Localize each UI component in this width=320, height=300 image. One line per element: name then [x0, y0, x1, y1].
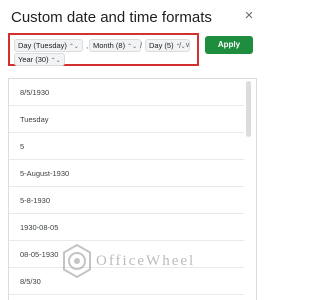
chip-day[interactable]: Day (5) ⌃⌄: [145, 39, 190, 52]
chevron-down-icon[interactable]: ∨: [185, 39, 190, 52]
chip-day-name[interactable]: Day (Tuesday) ⌃⌄: [14, 39, 83, 52]
chip-label: Year (30): [18, 55, 49, 64]
officewheel-logo-icon: [63, 244, 91, 278]
list-item[interactable]: 1930-08-05: [9, 214, 244, 241]
chip-sort-icon: ⌃⌄: [50, 58, 61, 64]
scrollbar-thumb[interactable]: [246, 81, 251, 137]
dialog-title: Custom date and time formats: [11, 9, 212, 26]
list-item[interactable]: 5: [9, 133, 244, 160]
watermark-text: OfficeWheel: [96, 253, 196, 269]
separator-slash: /: [140, 41, 143, 50]
list-item[interactable]: 5-August-1930: [9, 160, 244, 187]
chip-month[interactable]: Month (8) ⌃⌄: [89, 39, 142, 52]
separator-slash: /: [179, 41, 182, 50]
watermark: OfficeWheel: [62, 244, 212, 278]
list-item[interactable]: Tuesday: [9, 106, 244, 133]
chip-label: Month (8): [93, 41, 126, 50]
chip-sort-icon: ⌃⌄: [68, 44, 79, 50]
chip-label: Day (5): [149, 41, 174, 50]
chip-sort-icon: ⌃⌄: [127, 44, 138, 50]
separator-comma: ,: [86, 41, 89, 50]
close-icon[interactable]: ×: [242, 8, 256, 24]
chip-label: Day (Tuesday): [18, 41, 67, 50]
apply-button[interactable]: Apply: [205, 36, 253, 54]
list-item[interactable]: 5-8-1930: [9, 187, 244, 214]
chip-year[interactable]: Year (30) ⌃⌄: [14, 53, 65, 66]
list-item[interactable]: 8/5/1930: [9, 79, 244, 106]
